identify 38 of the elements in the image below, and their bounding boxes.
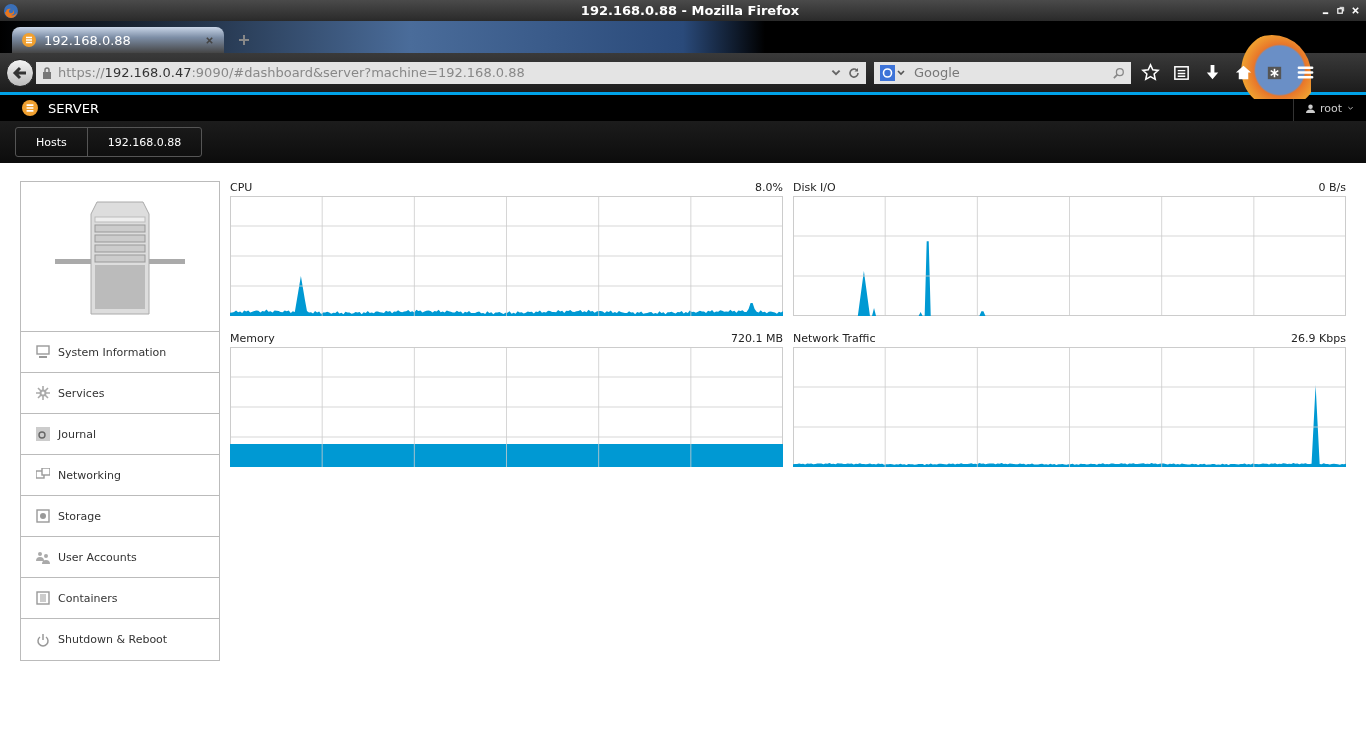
graph-reading: 0 B/s: [1318, 181, 1346, 194]
menu-icon: [22, 100, 38, 116]
graph-reading: 8.0%: [755, 181, 783, 194]
container-icon: [36, 591, 50, 605]
search-icon[interactable]: [1113, 66, 1125, 79]
graph-title: Disk I/O: [793, 181, 836, 194]
search-bar[interactable]: Google: [874, 61, 1131, 84]
breadcrumb-item[interactable]: 192.168.0.88: [86, 128, 202, 156]
reload-icon[interactable]: [848, 66, 860, 79]
power-icon: [36, 632, 50, 647]
graph-title: Network Traffic: [793, 332, 876, 345]
monitor-icon: [36, 345, 50, 359]
list-icon[interactable]: [1172, 63, 1191, 82]
gear-icon: [36, 386, 50, 400]
search-engine-icon[interactable]: [880, 64, 906, 81]
users-icon: [36, 550, 50, 564]
plus-icon[interactable]: [238, 34, 250, 46]
browser-logo-icon: [3, 2, 19, 19]
document-icon: [36, 427, 50, 441]
network-icon: [36, 468, 50, 482]
breadcrumb-item[interactable]: Hosts: [16, 128, 87, 156]
restore-icon[interactable]: [1336, 6, 1345, 15]
user-icon: [1305, 103, 1315, 113]
app-title: SERVER: [48, 100, 99, 116]
browser-tab[interactable]: 192.168.0.88: [12, 27, 224, 53]
caret-icon: [1347, 104, 1354, 112]
search-field[interactable]: Google: [912, 64, 1107, 81]
home-icon[interactable]: [1234, 63, 1253, 82]
window-title: 192.168.0.88 - Mozilla Firefox: [579, 3, 801, 18]
menu-icon: [22, 33, 36, 47]
graph-reading: 720.1 MB: [730, 332, 783, 345]
graph-title: Memory: [230, 332, 275, 345]
star-icon[interactable]: [1141, 63, 1160, 82]
graph-reading: 26.9 Kbps: [1291, 332, 1346, 345]
lock-icon: [42, 66, 52, 79]
address-bar[interactable]: https://192.168.0.47:9090/#dashboard&server?machine=192.168.0.88: [36, 61, 866, 84]
back-button[interactable]: [6, 58, 34, 87]
graph-title: CPU: [230, 181, 253, 194]
